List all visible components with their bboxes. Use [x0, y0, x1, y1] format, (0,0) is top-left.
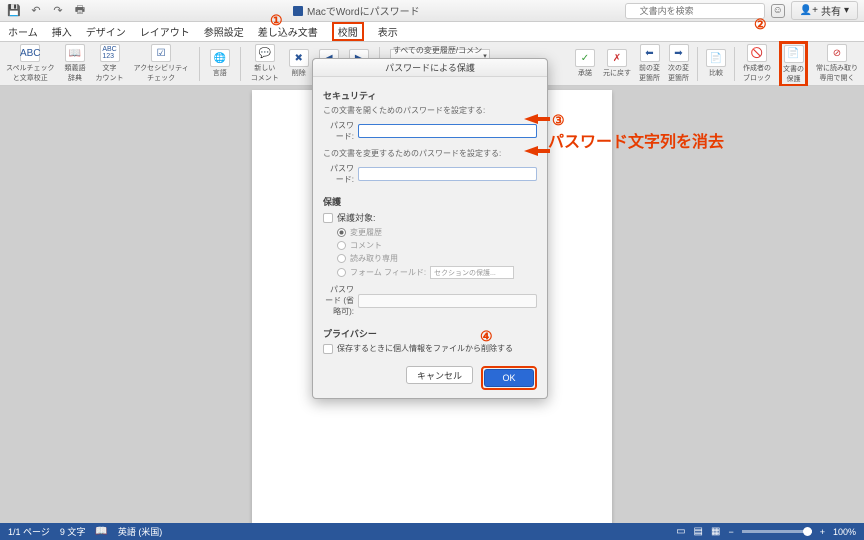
tab-layout[interactable]: レイアウト [140, 24, 190, 39]
zoom-plus[interactable]: + [820, 527, 825, 537]
radio-readonly[interactable] [337, 254, 346, 263]
pw-label2: パスワード: [323, 163, 354, 185]
zoom-slider[interactable] [742, 530, 812, 533]
pw-label: パスワード: [323, 120, 354, 142]
status-language[interactable]: 英語 (米国) [118, 525, 163, 538]
book-icon[interactable]: 📖 [95, 526, 107, 537]
rb-delete[interactable]: ✖削除 [289, 49, 309, 78]
titlebar: 💾 ↶ ↷ 🖶 MacでWordにパスワード 🔍 ☺ 👤+ 共有 ▾ [0, 0, 864, 22]
tab-mailings[interactable]: 差し込み文書 [258, 24, 318, 39]
rb-spellcheck[interactable]: ABCスペルチェック と文章校正 [6, 44, 55, 83]
sec-security: セキュリティ [323, 89, 537, 102]
tabs: ホーム 挿入 デザイン レイアウト 参照設定 差し込み文書 校閲 表示 [0, 22, 864, 42]
optional-password-input[interactable] [358, 294, 537, 308]
rb-accept[interactable]: ✓承諾 [575, 49, 595, 78]
divider [199, 47, 200, 81]
open-desc: この文書を開くためのパスワードを設定する: [323, 105, 537, 116]
status-page[interactable]: 1/1 ページ [8, 525, 50, 538]
share-button[interactable]: 👤+ 共有 ▾ [791, 1, 858, 20]
rb-block[interactable]: 🚫作成者の ブロック [743, 44, 771, 83]
radio-comment[interactable] [337, 241, 346, 250]
radio-history[interactable] [337, 228, 346, 237]
feedback-icon[interactable]: ☺ [771, 4, 785, 18]
focus-view-icon[interactable]: ▭ [676, 526, 685, 537]
divider [734, 47, 735, 81]
rb-protect-doc[interactable]: 📄文書の 保護 [783, 45, 804, 84]
modify-password-input[interactable] [358, 167, 537, 181]
open-password-input[interactable] [358, 124, 537, 138]
tab-insert[interactable]: 挿入 [52, 24, 72, 39]
rb-readonly[interactable]: ⊘常に読み取り 専用で開く [816, 44, 858, 83]
divider [697, 47, 698, 81]
search-input[interactable] [625, 3, 765, 19]
privacy-checkbox[interactable] [323, 344, 333, 354]
rb-accessibility[interactable]: ☑アクセシビリティ チェック [134, 44, 189, 83]
password-dialog: パスワードによる保護 セキュリティ この文書を開くためのパスワードを設定する: … [312, 58, 548, 399]
section-select[interactable]: セクションの保護... [430, 266, 514, 279]
rb-thesaurus[interactable]: 📖類義語 辞典 [65, 44, 86, 83]
tab-design[interactable]: デザイン [86, 24, 126, 39]
rb-new-comment[interactable]: 💬新しい コメント [251, 44, 279, 83]
divider [240, 47, 241, 81]
search-wrap: 🔍 [625, 3, 765, 19]
rb-revert[interactable]: ✗元に戻す [603, 49, 631, 78]
statusbar: 1/1 ページ 9 文字 📖 英語 (米国) ▭ ▤ ▦ − + 100% [0, 523, 864, 540]
rb-compare[interactable]: 📄比較 [706, 49, 726, 78]
sec-privacy: プライバシー [323, 327, 537, 340]
pw-optional-label: パスワード (省略可): [323, 284, 354, 317]
document-title: MacでWordにパスワード [307, 3, 420, 18]
tab-review[interactable]: 校閲 [332, 22, 364, 41]
cancel-button[interactable]: キャンセル [406, 366, 473, 384]
dialog-title: パスワードによる保護 [313, 59, 547, 77]
tab-view[interactable]: 表示 [378, 24, 398, 39]
web-layout-icon[interactable]: ▦ [711, 526, 720, 537]
print-icon[interactable]: 🖶 [72, 3, 88, 19]
ok-button[interactable]: OK [484, 369, 534, 387]
save-icon[interactable]: 💾 [6, 3, 22, 19]
status-words[interactable]: 9 文字 [60, 525, 86, 538]
protect-checkbox[interactable] [323, 213, 333, 223]
redo-icon[interactable]: ↷ [50, 3, 66, 19]
print-layout-icon[interactable]: ▤ [694, 526, 703, 537]
rb-language[interactable]: 🌐言語 [210, 49, 230, 78]
undo-icon[interactable]: ↶ [28, 3, 44, 19]
tab-references[interactable]: 参照設定 [204, 24, 244, 39]
rb-next-change[interactable]: ➡次の変 更箇所 [668, 44, 689, 83]
zoom-minus[interactable]: − [728, 527, 733, 537]
rb-prev-change[interactable]: ⬅前の変 更箇所 [639, 44, 660, 83]
privacy-label: 保存するときに個人情報をファイルから削除する [337, 343, 513, 354]
protect-target-label: 保護対象: [337, 211, 376, 224]
rb-wordcount[interactable]: ABC123文字 カウント [96, 44, 124, 83]
tab-home[interactable]: ホーム [8, 24, 38, 39]
sec-protection: 保護 [323, 195, 537, 208]
modify-desc: この文書を変更するためのパスワードを設定する: [323, 148, 537, 159]
word-icon [293, 6, 303, 16]
zoom-level[interactable]: 100% [833, 527, 856, 537]
radio-form[interactable] [337, 268, 346, 277]
